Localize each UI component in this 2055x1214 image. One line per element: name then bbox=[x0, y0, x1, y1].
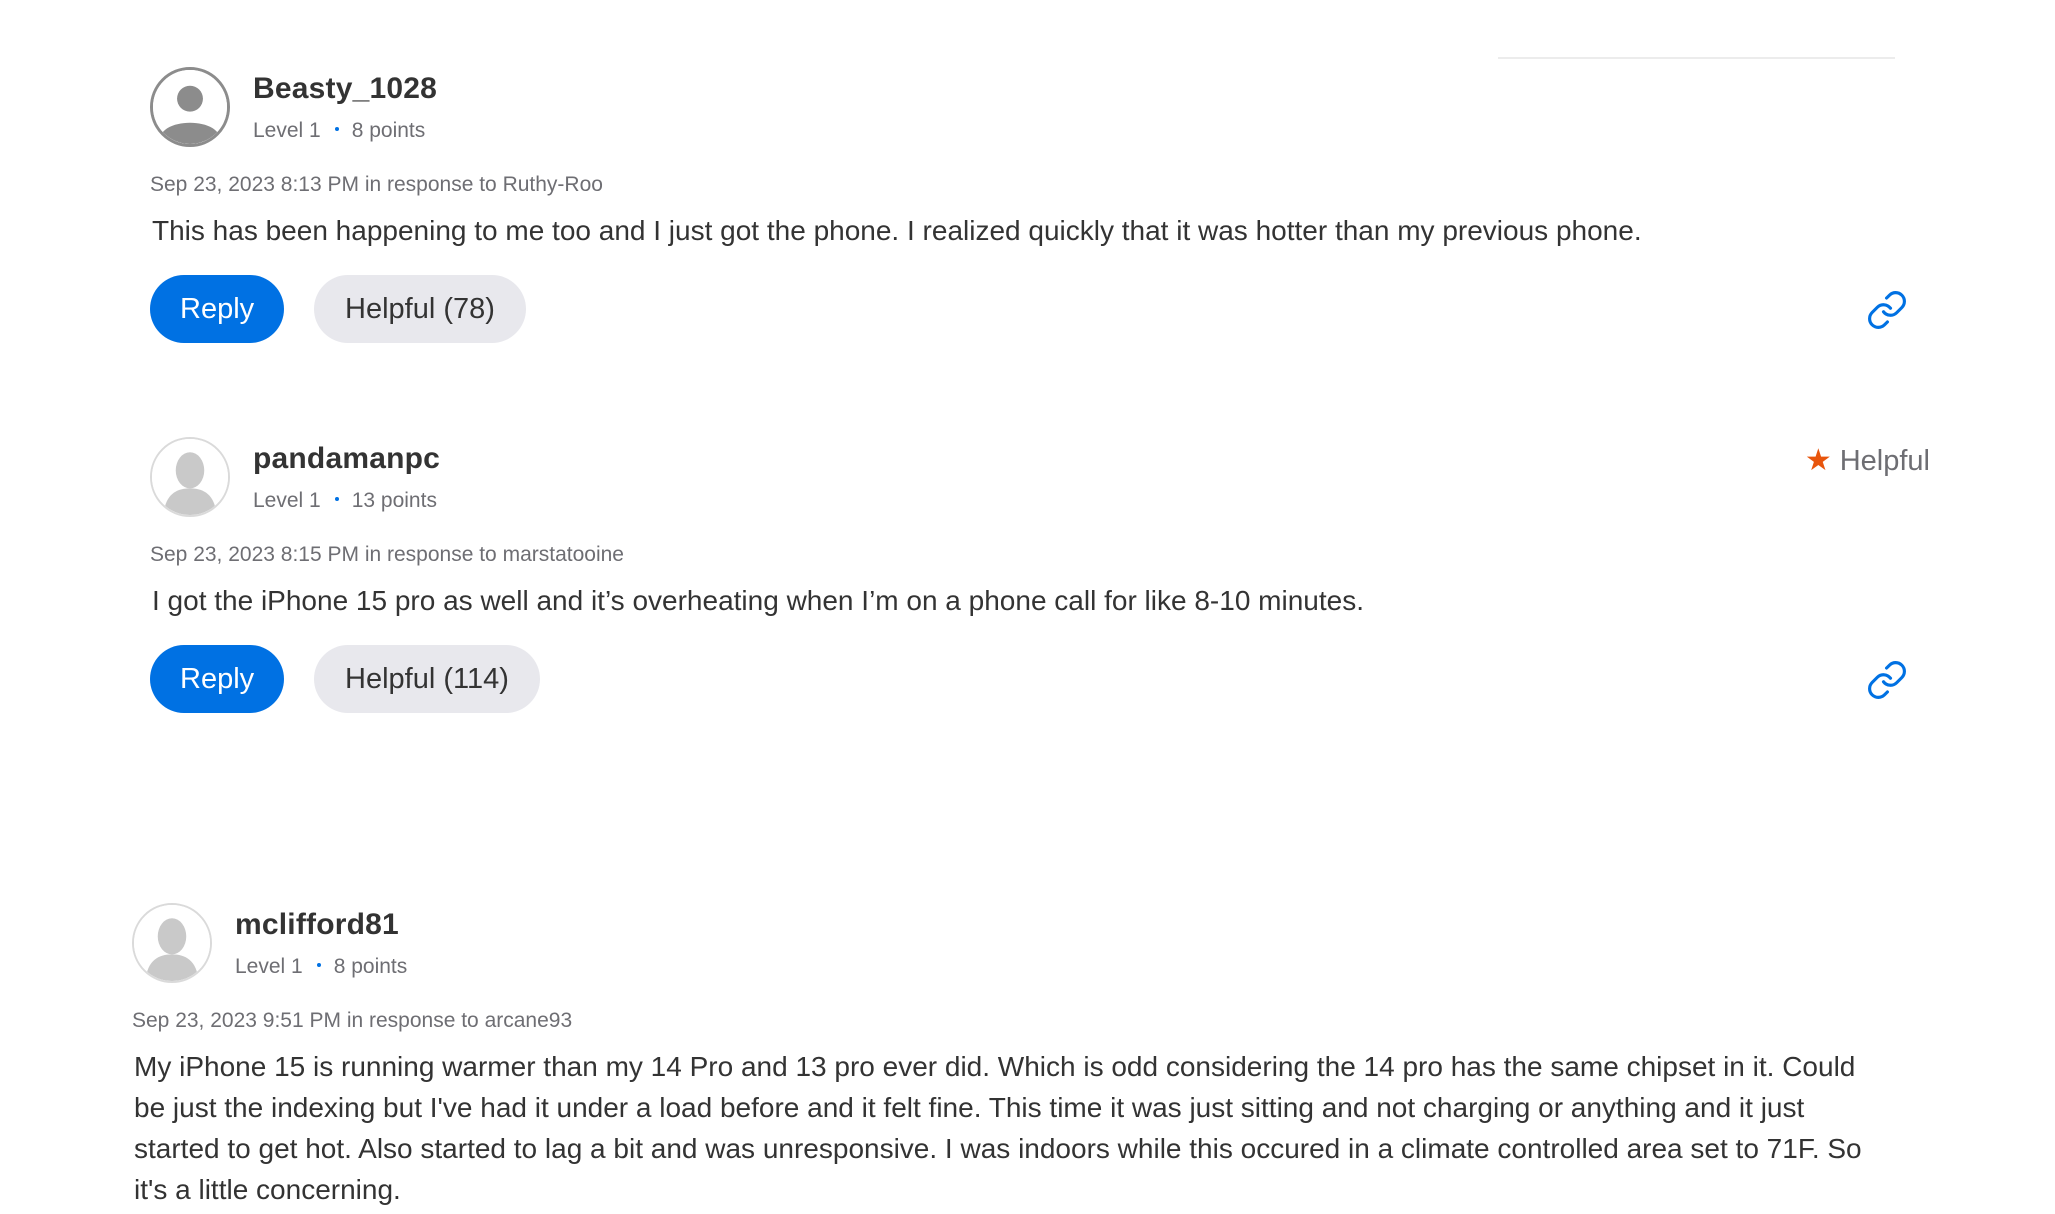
username[interactable]: Beasty_1028 bbox=[253, 72, 437, 106]
reply-post: mclifford81 Level 1 8 points Sep 23, 2023… bbox=[132, 903, 1892, 1210]
post-body: My iPhone 15 is running warmer than my 1… bbox=[134, 1051, 1862, 1205]
post-actions: Reply Helpful (78) bbox=[150, 275, 1930, 345]
user-level: Level 1 bbox=[253, 489, 321, 512]
helpful-button[interactable]: Helpful (78) bbox=[314, 275, 526, 343]
user-points: 8 points bbox=[333, 955, 408, 978]
helpful-button[interactable]: Helpful (114) bbox=[314, 645, 540, 713]
person-photo-icon[interactable] bbox=[150, 437, 230, 517]
post-body: I got the iPhone 15 pro as well and it’s… bbox=[152, 585, 1364, 616]
reply-button[interactable]: Reply bbox=[150, 645, 285, 713]
username[interactable]: pandamanpc bbox=[253, 442, 440, 476]
username[interactable]: mclifford81 bbox=[235, 908, 399, 942]
person-photo-icon[interactable] bbox=[132, 903, 212, 983]
section-divider bbox=[1498, 57, 1895, 59]
post-timestamp[interactable]: Sep 23, 2023 9:51 PM in response to arca… bbox=[132, 1009, 1892, 1033]
user-meta: Level 1 13 points bbox=[253, 489, 437, 513]
post-timestamp[interactable]: Sep 23, 2023 8:13 PM in response to Ruth… bbox=[150, 173, 1930, 197]
user-meta: Level 1 8 points bbox=[253, 119, 425, 143]
separator-dot bbox=[334, 127, 339, 132]
user-level: Level 1 bbox=[235, 955, 303, 978]
separator-dot bbox=[334, 497, 339, 502]
separator-dot bbox=[316, 963, 321, 968]
reply-post: pandamanpc Level 1 13 points ★ Helpful Sep… bbox=[150, 437, 1930, 715]
user-points: 8 points bbox=[351, 119, 426, 142]
link-icon[interactable] bbox=[1866, 289, 1908, 331]
user-points: 13 points bbox=[351, 489, 437, 512]
post-header: mclifford81 Level 1 8 points bbox=[132, 903, 1892, 989]
link-icon[interactable] bbox=[1866, 659, 1908, 701]
user-level: Level 1 bbox=[253, 119, 321, 142]
star-icon: ★ bbox=[1804, 444, 1832, 477]
helpful-badge-label: Helpful bbox=[1839, 445, 1930, 477]
post-header: pandamanpc Level 1 13 points ★ Helpful bbox=[150, 437, 1930, 523]
reply-post: Beasty_1028 Level 1 8 points Sep 23, 2023… bbox=[150, 67, 1930, 345]
post-body: This has been happening to me too and I … bbox=[152, 215, 1642, 246]
post-actions: Reply Helpful (114) bbox=[150, 645, 1930, 715]
reply-button[interactable]: Reply bbox=[150, 275, 285, 343]
person-silhouette-icon[interactable] bbox=[150, 67, 230, 147]
helpful-badge: ★ Helpful bbox=[1805, 443, 1930, 478]
post-header: Beasty_1028 Level 1 8 points bbox=[150, 67, 1930, 153]
user-meta: Level 1 8 points bbox=[235, 955, 407, 979]
post-timestamp[interactable]: Sep 23, 2023 8:15 PM in response to mars… bbox=[150, 543, 1930, 567]
